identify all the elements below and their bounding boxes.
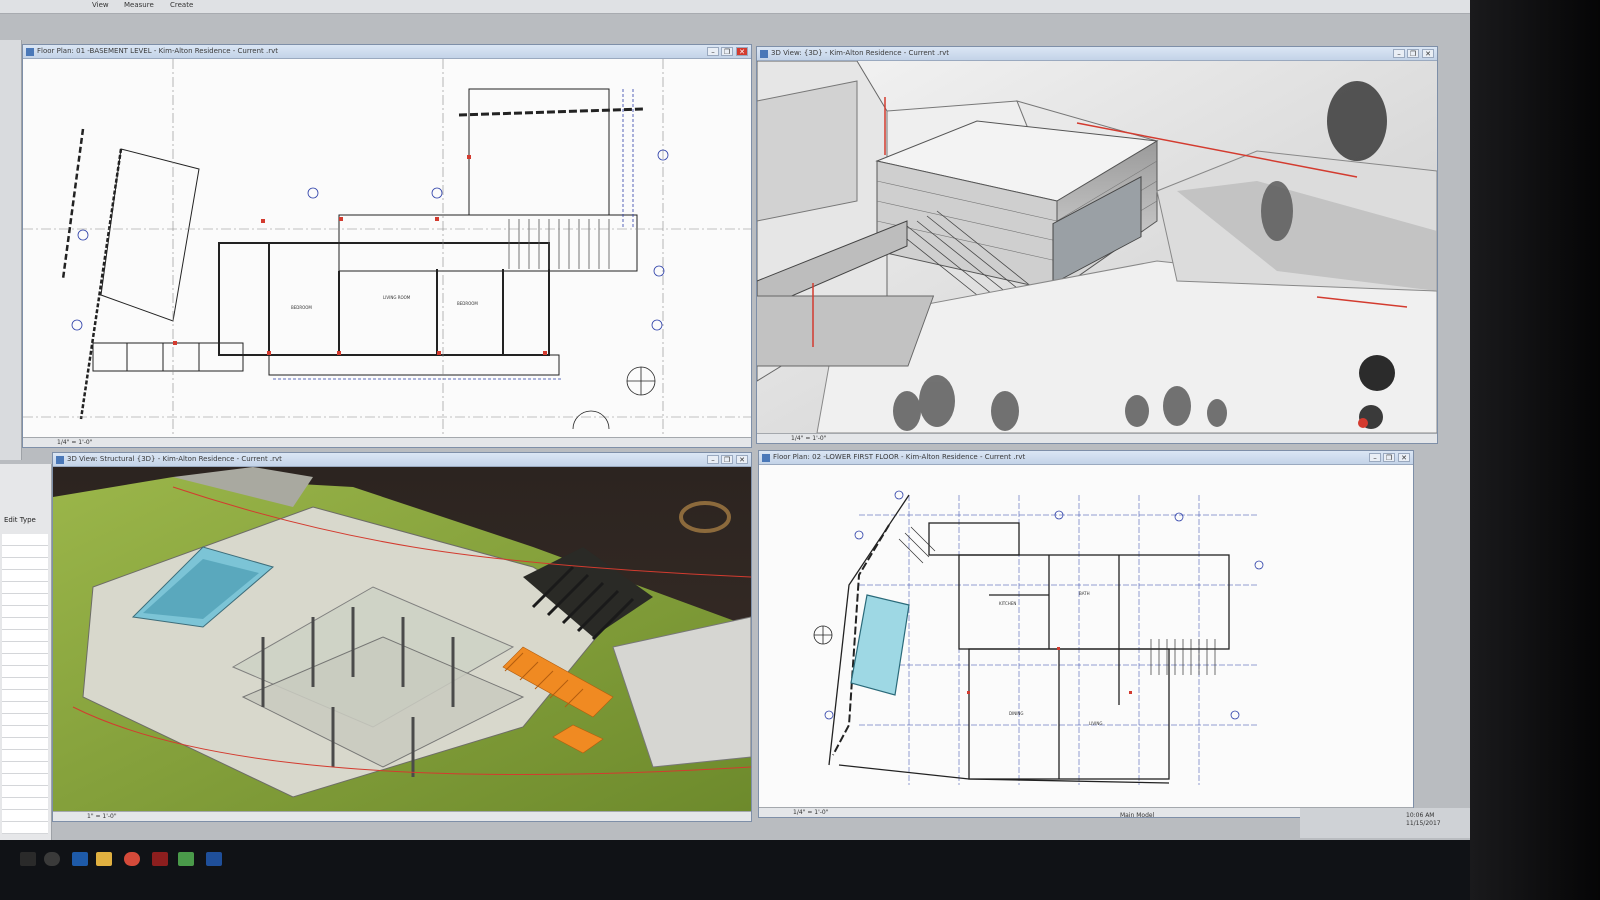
ribbon-tab-create[interactable]: Create: [170, 1, 193, 9]
view-title: 3D View: Structural {3D} - Kim-Alton Res…: [67, 455, 282, 463]
view-scale[interactable]: 1/4" = 1'-0": [791, 435, 826, 442]
monitor-bezel: [1470, 0, 1600, 900]
start-icon[interactable]: [20, 852, 36, 866]
svg-text:LIVING: LIVING: [1089, 721, 1102, 726]
project-browser-panel[interactable]: [0, 40, 22, 460]
basement-plan-drawing: BEDROOM LIVING ROOM BEDROOM: [23, 59, 751, 437]
steering-wheel-icon: [1359, 355, 1395, 391]
view-3d-structural[interactable]: 3D View: Structural {3D} - Kim-Alton Res…: [52, 452, 752, 822]
edit-type-button[interactable]: Edit Type: [4, 516, 36, 524]
minimize-button[interactable]: –: [707, 47, 719, 56]
view-titlebar[interactable]: 3D View: {3D} - Kim-Alton Residence - Cu…: [757, 47, 1437, 61]
status-tray: Main Model 10:06 AM 11/15/2017: [1120, 808, 1470, 838]
3d-view-icon: [760, 50, 768, 58]
edge-icon[interactable]: [72, 852, 88, 866]
file-explorer-icon[interactable]: [96, 852, 112, 866]
system-clock[interactable]: 10:06 AM 11/15/2017: [1406, 812, 1441, 828]
windows-taskbar: [0, 840, 1470, 900]
restore-button[interactable]: ❐: [1383, 453, 1395, 462]
view-titlebar[interactable]: 3D View: Structural {3D} - Kim-Alton Res…: [53, 453, 751, 467]
view-title: Floor Plan: 02 -LOWER FIRST FLOOR - Kim-…: [773, 453, 1026, 461]
close-button[interactable]: ✕: [1398, 453, 1410, 462]
floor-plan-icon: [762, 454, 770, 462]
drawing-canvas[interactable]: KITCHEN BATH DINING LIVING: [759, 465, 1413, 807]
view-3d-exterior[interactable]: 3D View: {3D} - Kim-Alton Residence - Cu…: [756, 46, 1438, 444]
view-scale[interactable]: 1" = 1'-0": [87, 813, 117, 820]
search-icon[interactable]: [44, 852, 60, 866]
view-control-bar[interactable]: 1/4" = 1'-0": [757, 433, 1437, 443]
view-control-bar[interactable]: 1" = 1'-0": [53, 811, 751, 821]
view-scale[interactable]: 1/4" = 1'-0": [793, 809, 828, 816]
properties-table[interactable]: [2, 534, 48, 834]
restore-button[interactable]: ❐: [721, 455, 733, 464]
svg-text:BATH: BATH: [1079, 591, 1090, 596]
floor-plan-icon: [26, 48, 34, 56]
close-button[interactable]: ✕: [1422, 49, 1434, 58]
clock-time: 10:06 AM: [1406, 812, 1435, 819]
lower-first-floor-plan-drawing: KITCHEN BATH DINING LIVING: [759, 465, 1413, 807]
ribbon-bar: View Measure Create: [0, 0, 1470, 14]
view-floor-plan-lower-first[interactable]: Floor Plan: 02 -LOWER FIRST FLOOR - Kim-…: [758, 450, 1414, 818]
properties-panel[interactable]: Edit Type: [0, 464, 52, 844]
clock-date: 11/15/2017: [1406, 820, 1441, 827]
svg-text:LIVING ROOM: LIVING ROOM: [383, 295, 411, 300]
main-model-label[interactable]: Main Model: [1120, 812, 1154, 819]
structural-3d-model: [53, 467, 751, 811]
3d-view-icon: [56, 456, 64, 464]
view-titlebar[interactable]: Floor Plan: 02 -LOWER FIRST FLOOR - Kim-…: [759, 451, 1413, 465]
restore-button[interactable]: ❐: [721, 47, 733, 56]
svg-text:BEDROOM: BEDROOM: [457, 301, 478, 306]
svg-text:BEDROOM: BEDROOM: [291, 305, 312, 310]
revit-icon[interactable]: [206, 852, 222, 866]
chrome-icon[interactable]: [124, 852, 140, 866]
ribbon-tab-view[interactable]: View: [92, 1, 109, 9]
close-button[interactable]: ✕: [736, 455, 748, 464]
svg-text:DINING: DINING: [1009, 711, 1024, 716]
minimize-button[interactable]: –: [1393, 49, 1405, 58]
3d-canvas[interactable]: [53, 467, 751, 811]
3d-canvas[interactable]: [757, 61, 1437, 433]
minimize-button[interactable]: –: [1369, 453, 1381, 462]
ribbon-tab-measure[interactable]: Measure: [124, 1, 154, 9]
view-title: Floor Plan: 01 -BASEMENT LEVEL - Kim-Alt…: [37, 47, 279, 55]
view-floor-plan-basement[interactable]: Floor Plan: 01 -BASEMENT LEVEL - Kim-Alt…: [22, 44, 752, 448]
monitor-screen: View Measure Create Edit Type Floor Plan…: [0, 0, 1470, 900]
close-button[interactable]: ✕: [736, 47, 748, 56]
svg-text:KITCHEN: KITCHEN: [999, 601, 1016, 606]
exterior-3d-model: [757, 61, 1437, 433]
view-control-bar[interactable]: 1/4" = 1'-0": [23, 437, 751, 447]
view-scale[interactable]: 1/4" = 1'-0": [57, 439, 92, 446]
app-icon[interactable]: [178, 852, 194, 866]
restore-button[interactable]: ❐: [1407, 49, 1419, 58]
view-titlebar[interactable]: Floor Plan: 01 -BASEMENT LEVEL - Kim-Alt…: [23, 45, 751, 59]
view-title: 3D View: {3D} - Kim-Alton Residence - Cu…: [771, 49, 950, 57]
minimize-button[interactable]: –: [707, 455, 719, 464]
drawing-canvas[interactable]: BEDROOM LIVING ROOM BEDROOM: [23, 59, 751, 437]
acrobat-icon[interactable]: [152, 852, 168, 866]
